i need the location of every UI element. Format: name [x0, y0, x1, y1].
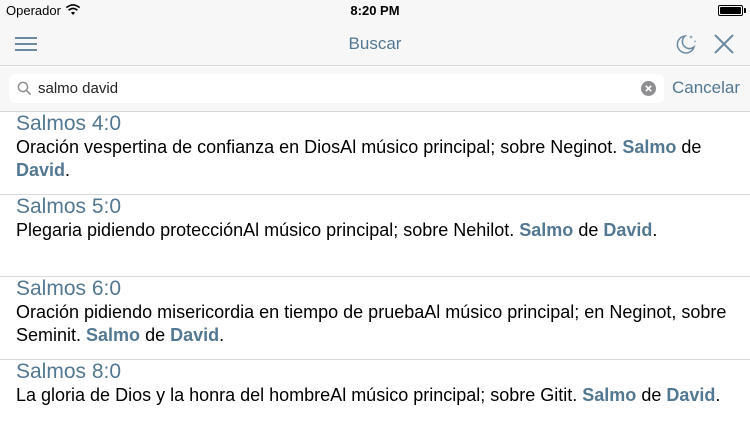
battery-tip [744, 8, 746, 13]
result-text-part: . [65, 160, 71, 180]
search-bar: Cancelar [0, 67, 750, 112]
result-text: Oración vespertina de confianza en DiosA… [16, 136, 734, 182]
search-input[interactable] [38, 77, 628, 100]
list-item[interactable]: Salmos 6:0 Oración pidiendo misericordia… [0, 277, 750, 360]
result-text: Oración pidiendo misericordia en tiempo … [16, 301, 734, 347]
result-text-part: . [219, 325, 225, 345]
highlighted-term: David [170, 325, 220, 345]
list-item[interactable]: Salmos 5:0 Plegaria pidiendo protecciónA… [0, 194, 750, 277]
close-icon[interactable] [712, 32, 736, 56]
result-text: Plegaria pidiendo protecciónAl músico pr… [16, 219, 734, 242]
result-reference: Salmos 6:0 [16, 277, 122, 300]
navigation-bar: Buscar [0, 22, 750, 66]
result-reference: Salmos 8:0 [16, 359, 122, 383]
clear-circle-icon[interactable] [641, 81, 656, 96]
results-list: Salmos 4:0 Oración vespertina de confian… [0, 112, 750, 422]
result-text-part: La gloria de Dios y la honra del hombreA… [16, 384, 583, 405]
result-text-part: de [140, 325, 171, 345]
list-item[interactable]: Salmos 4:0 Oración vespertina de confian… [0, 112, 750, 195]
highlighted-term: Salmo [622, 137, 677, 157]
cancel-button[interactable]: Cancelar [672, 78, 740, 98]
status-time: 8:20 PM [350, 3, 400, 18]
result-text-part: Oración vespertina de confianza en DiosA… [16, 137, 623, 157]
result-text-part: . [715, 384, 721, 405]
search-field[interactable] [9, 74, 664, 103]
result-text-part: de [676, 137, 702, 157]
result-reference: Salmos 5:0 [16, 194, 122, 218]
highlighted-term: David [666, 384, 716, 405]
status-bar: Operador 8:20 PM [0, 0, 750, 22]
page-title: Buscar [348, 34, 402, 53]
highlighted-term: David [603, 219, 653, 240]
result-text-part: Plegaria pidiendo protecciónAl músico pr… [16, 219, 520, 240]
result-reference: Salmos 4:0 [16, 112, 122, 135]
moon-stars-icon[interactable] [674, 32, 698, 56]
result-text: La gloria de Dios y la honra del hombreA… [16, 384, 734, 407]
highlighted-term: Salmo [86, 325, 141, 345]
battery-level [720, 7, 741, 14]
list-item[interactable]: Salmos 8:0 La gloria de Dios y la honra … [0, 360, 750, 422]
result-text-part: . [652, 219, 658, 240]
result-text-part: de [636, 384, 667, 405]
highlighted-term: Salmo [582, 384, 637, 405]
search-icon [17, 81, 32, 96]
result-text-part: de [573, 219, 604, 240]
highlighted-term: Salmo [519, 219, 574, 240]
highlighted-term: David [16, 160, 66, 180]
battery-icon [718, 5, 743, 16]
